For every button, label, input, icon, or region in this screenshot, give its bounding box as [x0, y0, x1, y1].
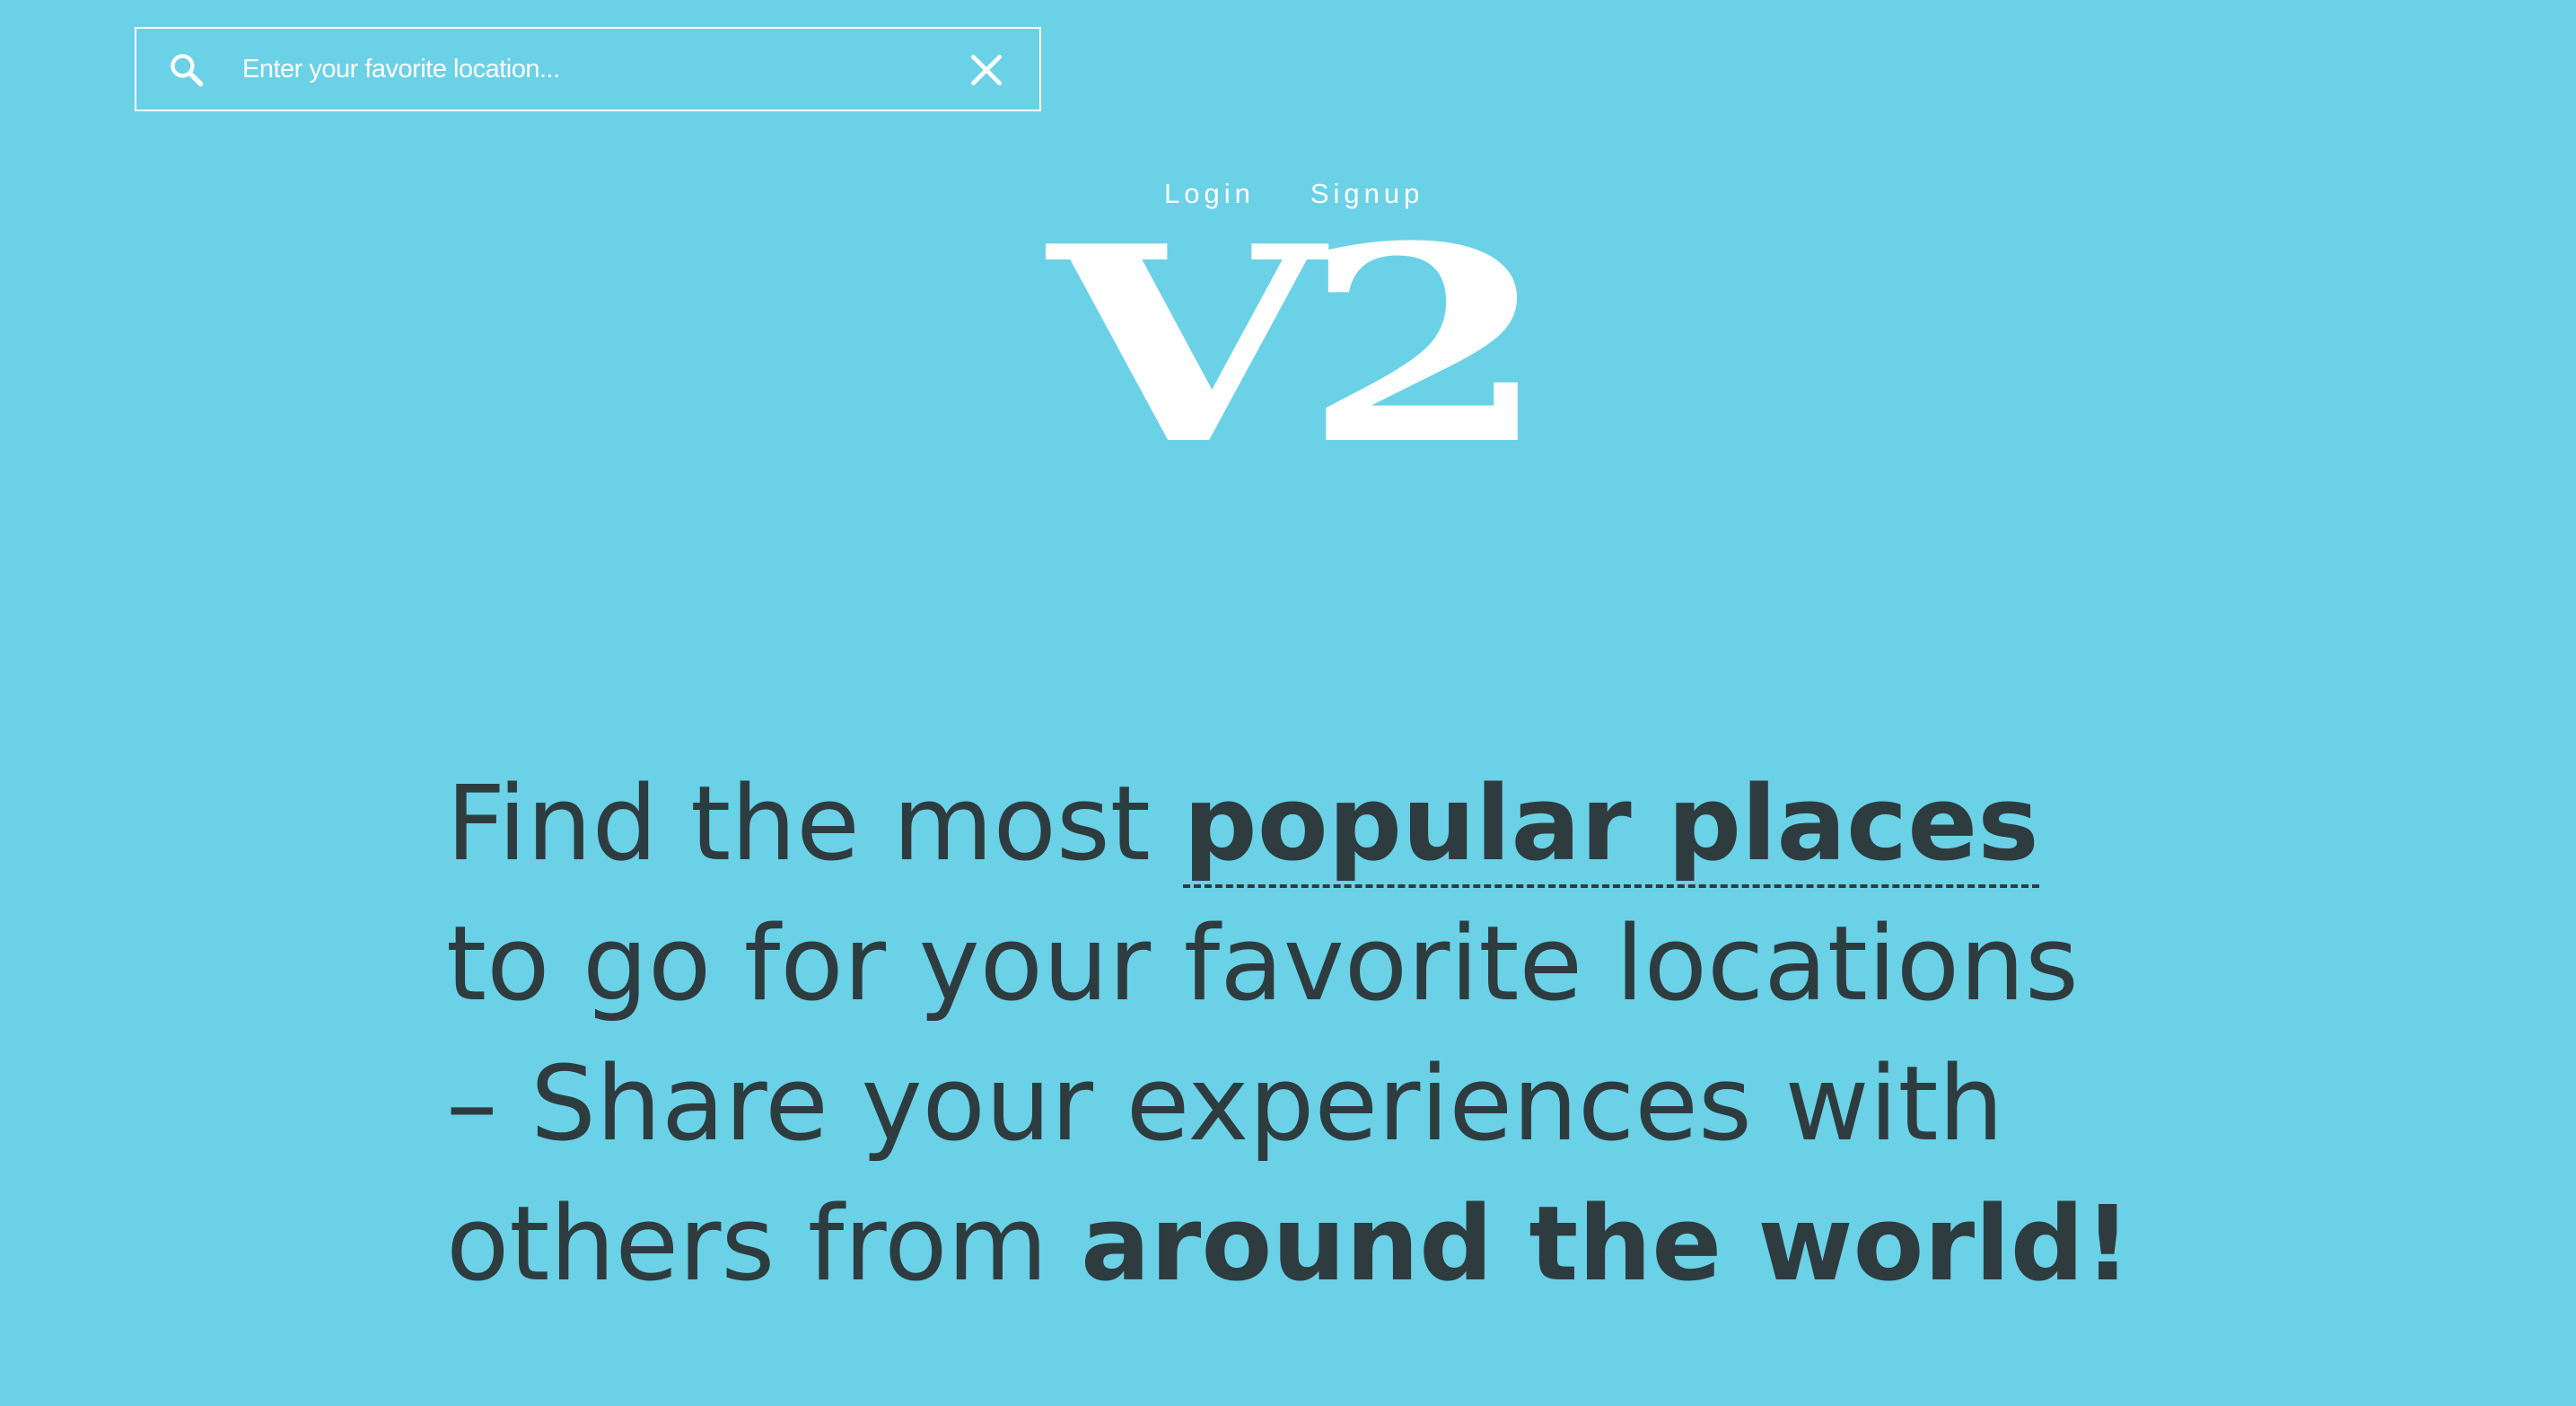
search-input[interactable]: [242, 29, 942, 110]
headline-emphasis: around the world!: [1081, 1184, 2132, 1305]
logo[interactable]: V2: [980, 202, 1596, 489]
headline-text-1: Find the most: [446, 764, 1184, 884]
search-bar: [135, 27, 1041, 111]
close-icon[interactable]: [967, 50, 1006, 90]
search-icon[interactable]: [167, 50, 206, 90]
hero-headline: Find the most popular places to go for y…: [446, 754, 2134, 1314]
popular-places-link[interactable]: popular places: [1183, 764, 2039, 888]
